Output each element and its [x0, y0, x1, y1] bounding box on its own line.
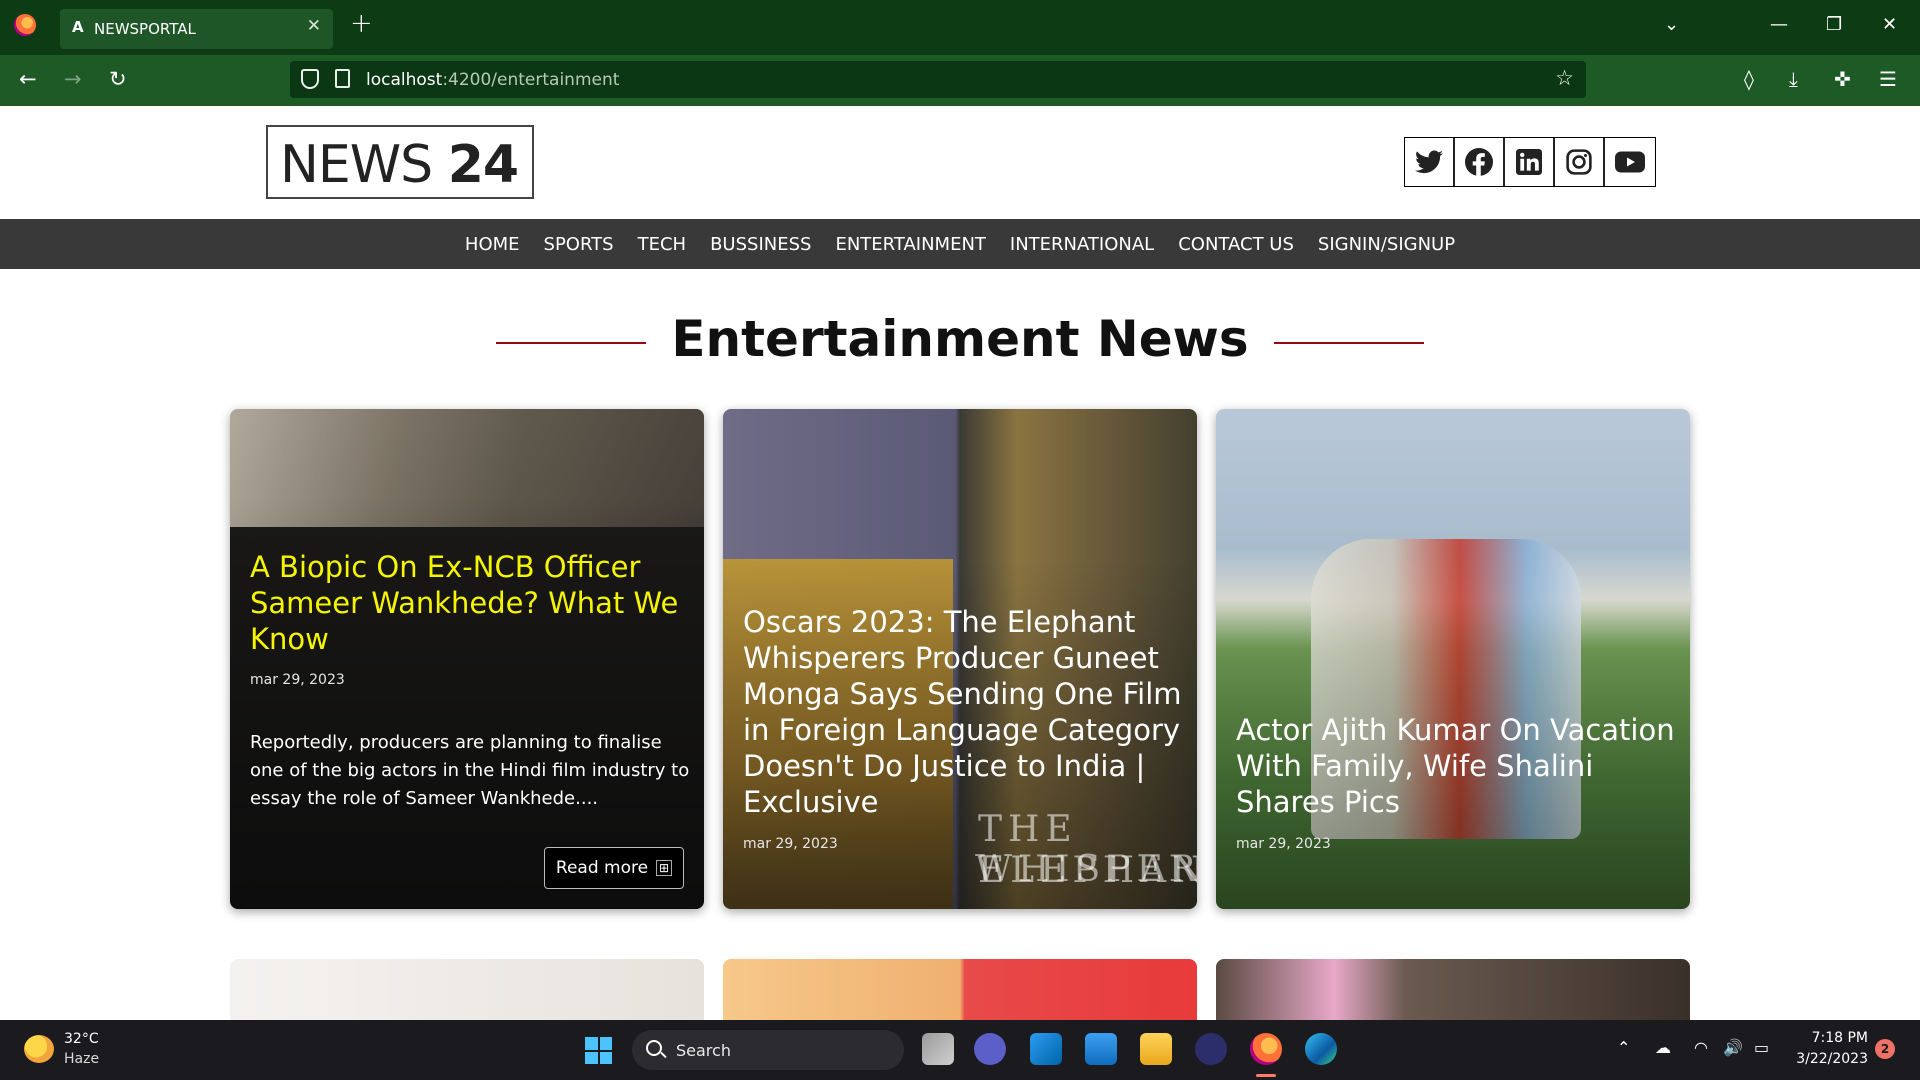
news-card-partial[interactable]	[723, 959, 1197, 1020]
search-label: Search	[676, 1041, 731, 1060]
downloads-icon[interactable]: ⤓	[1789, 67, 1798, 91]
battery-icon[interactable]: ▭	[1754, 1038, 1769, 1057]
task-view-icon[interactable]	[922, 1033, 954, 1065]
nav-business[interactable]: BUSSINESS	[710, 234, 811, 255]
news-card[interactable]: Actor Ajith Kumar On Vacation With Famil…	[1216, 409, 1690, 909]
news-card[interactable]: A Biopic On Ex-NCB Officer Sameer Wankhe…	[230, 409, 704, 909]
nav-tech[interactable]: TECH	[638, 234, 686, 255]
card-overlay	[1216, 409, 1690, 909]
close-tab-icon[interactable]: ✕	[307, 16, 321, 36]
weather-condition[interactable]: Haze	[64, 1051, 99, 1067]
news-card[interactable]: THE ELEPHAN WHISPERE Oscars 2023: The El…	[723, 409, 1197, 909]
vscode-icon[interactable]	[1030, 1033, 1062, 1065]
nav-international[interactable]: INTERNATIONAL	[1010, 234, 1154, 255]
browser-titlebar: A NEWSPORTAL ✕ + ⌄ — ❐ ✕	[0, 0, 1920, 55]
angular-favicon-icon: A	[72, 18, 84, 36]
card-title[interactable]: A Biopic On Ex-NCB Officer Sameer Wankhe…	[250, 549, 680, 657]
nav-home[interactable]: HOME	[465, 234, 520, 255]
page-content: NEWS 24 HOME SPORTS TECH BUSSINESS ENTER…	[0, 106, 1920, 1020]
volume-icon[interactable]: 🔊	[1723, 1038, 1743, 1057]
wifi-icon[interactable]: ◠	[1694, 1038, 1708, 1057]
card-date: mar 29, 2023	[1236, 836, 1331, 852]
firefox-menu-icon[interactable]	[14, 14, 36, 36]
facebook-icon[interactable]	[1455, 138, 1505, 186]
tab-title: NEWSPORTAL	[94, 20, 196, 38]
edge-icon[interactable]	[1305, 1033, 1337, 1065]
page-title: Entertainment News	[671, 310, 1249, 368]
bookmark-star-icon[interactable]: ☆	[1555, 66, 1574, 90]
browser-tab[interactable]: A NEWSPORTAL ✕	[60, 9, 333, 49]
taskbar-date[interactable]: 3/22/2023	[1793, 1051, 1868, 1067]
twitter-icon[interactable]	[1405, 138, 1455, 186]
card-description: Reportedly, producers are planning to fi…	[250, 732, 690, 809]
instagram-icon[interactable]	[1555, 138, 1605, 186]
address-bar[interactable]: localhost:4200/entertainment ☆	[290, 61, 1586, 98]
restore-button[interactable]: ❐	[1826, 14, 1842, 35]
reload-button[interactable]: ↻	[109, 67, 127, 91]
main-navigation: HOME SPORTS TECH BUSSINESS ENTERTAINMENT…	[0, 219, 1920, 269]
nav-contact-us[interactable]: CONTACT US	[1178, 234, 1294, 255]
news-card-partial[interactable]	[1216, 959, 1690, 1020]
read-more-button[interactable]: Read more ⊞	[544, 847, 684, 889]
youtube-icon[interactable]	[1605, 138, 1655, 186]
tracking-protection-icon[interactable]	[301, 69, 319, 89]
nav-entertainment[interactable]: ENTERTAINMENT	[835, 234, 985, 255]
nav-signin-signup[interactable]: SIGNIN/SIGNUP	[1318, 234, 1455, 255]
show-hidden-icons-chevron-icon[interactable]: ⌃	[1617, 1038, 1630, 1057]
news-card-partial[interactable]	[230, 959, 704, 1020]
eclipse-icon[interactable]	[1195, 1033, 1227, 1065]
card-title[interactable]: Actor Ajith Kumar On Vacation With Famil…	[1236, 712, 1676, 820]
active-app-indicator	[1256, 1074, 1276, 1077]
close-window-button[interactable]: ✕	[1882, 14, 1897, 35]
pocket-icon[interactable]: ◊	[1744, 67, 1754, 91]
list-tabs-icon[interactable]: ⌄	[1664, 14, 1679, 35]
weather-temperature[interactable]: 32°C	[64, 1031, 99, 1047]
social-links	[1404, 137, 1656, 187]
page-info-icon[interactable]	[335, 69, 350, 88]
teams-chat-icon[interactable]	[974, 1033, 1006, 1065]
linkedin-icon[interactable]	[1505, 138, 1555, 186]
card-title[interactable]: Oscars 2023: The Elephant Whisperers Pro…	[743, 604, 1183, 820]
card-photo-header	[230, 409, 704, 527]
site-logo[interactable]: NEWS 24	[266, 125, 534, 199]
card-date: mar 29, 2023	[743, 836, 838, 852]
file-explorer-icon[interactable]	[1140, 1033, 1172, 1065]
windows-taskbar: 32°C Haze Search ⌃ ☁ ◠ 🔊 ▭ 7:18 PM 3/22/…	[0, 1020, 1920, 1080]
weather-haze-icon[interactable]	[24, 1035, 54, 1063]
back-button[interactable]: ←	[19, 67, 37, 91]
onedrive-icon[interactable]: ☁	[1655, 1038, 1671, 1057]
card-date: mar 29, 2023	[250, 672, 345, 688]
browser-navbar: ← → ↻ localhost:4200/entertainment ☆ ◊ ⤓…	[0, 55, 1920, 106]
minimize-button[interactable]: —	[1770, 14, 1788, 35]
new-tab-button[interactable]: +	[350, 8, 373, 39]
nav-sports[interactable]: SPORTS	[544, 234, 614, 255]
extensions-icon[interactable]: ✜	[1834, 67, 1851, 91]
taskbar-search[interactable]: Search	[632, 1030, 904, 1070]
search-icon	[646, 1040, 662, 1056]
firefox-taskbar-icon[interactable]	[1250, 1033, 1282, 1065]
app-menu-icon[interactable]: ☰	[1879, 67, 1897, 91]
heading-decoration-right	[1274, 342, 1424, 344]
url-text[interactable]: localhost:4200/entertainment	[366, 70, 619, 90]
taskbar-time[interactable]: 7:18 PM	[1808, 1030, 1868, 1046]
external-link-icon: ⊞	[656, 860, 673, 876]
windows-start-icon[interactable]	[585, 1037, 612, 1064]
image-caption-whisperers: WHISPERE	[975, 849, 1197, 890]
notification-badge[interactable]: 2	[1875, 1039, 1895, 1059]
forward-button[interactable]: →	[64, 67, 82, 91]
mail-icon[interactable]	[1085, 1033, 1117, 1065]
